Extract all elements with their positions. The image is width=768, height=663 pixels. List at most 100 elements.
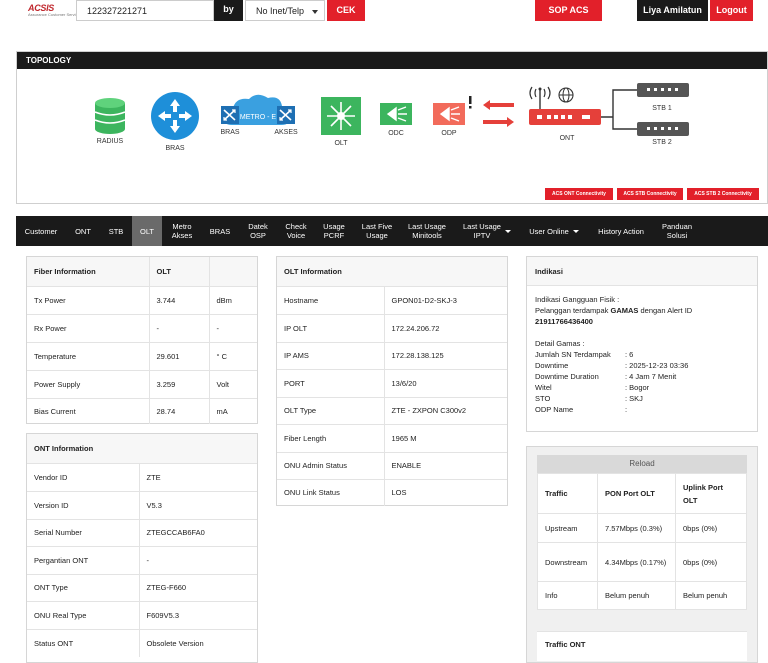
row-label: Hostname <box>277 285 384 314</box>
row-unit: Volt <box>208 369 257 398</box>
row-label: Downstream <box>537 542 598 582</box>
akses-switch-icon[interactable] <box>277 106 295 124</box>
tab-check-voice[interactable]: Check Voice <box>280 216 312 246</box>
row-unit: - <box>208 313 257 342</box>
olt-column-header: OLT <box>148 257 209 286</box>
table-row: Version ID V5.3 <box>27 490 257 519</box>
search-type-select[interactable]: No Inet/Telp <box>245 0 325 21</box>
table-row: OLT Type ZTE - ZXPON C300v2 <box>277 396 507 424</box>
tab-olt[interactable]: OLT <box>132 216 162 246</box>
acs-stb2-connectivity-button[interactable]: ACS STB 2 Connectivity <box>687 188 759 200</box>
table-row: Upstream 7.57Mbps (0.3%) 0bps (0%) <box>537 513 747 543</box>
detail-key: Jumlah SN Terdampak <box>535 350 611 359</box>
row-value: 3.744 <box>148 285 209 314</box>
table-row: IP OLT 172.24.206.72 <box>277 313 507 342</box>
reload-button[interactable]: Reload <box>537 455 747 473</box>
fiber-header: Fiber Information <box>27 257 149 286</box>
tab-label: STB <box>108 226 124 236</box>
tab-bras[interactable]: BRAS <box>204 216 236 246</box>
tab-last-usage-minitools[interactable]: Last Usage Minitools <box>404 216 450 246</box>
row-unit: ° C <box>208 341 257 370</box>
alert-icon <box>469 96 472 109</box>
odc-icon[interactable] <box>380 103 412 125</box>
traffic-table-wrap: Traffic PON Port OLT Uplink Port OLT Ups… <box>537 473 747 610</box>
row-label: Pergantian ONT <box>27 545 139 574</box>
detail-key: STO <box>535 394 551 403</box>
stb1-icon[interactable] <box>637 83 689 97</box>
detail-row: Downtime Duration: 4 Jam 7 Menit <box>535 371 749 382</box>
table-row: Power Supply 3.259 Volt <box>27 369 257 398</box>
row-value: - <box>138 545 257 574</box>
row-label: ONU Admin Status <box>277 451 384 479</box>
tab-label: Last Usage IPTV <box>463 222 501 240</box>
tab-metro-akses[interactable]: Metro Akses <box>166 216 198 246</box>
stb2-icon[interactable] <box>637 122 689 136</box>
detail-row: ODP Name: <box>535 404 749 415</box>
detail-value: : Bogor <box>625 383 650 392</box>
row-label: ONT Type <box>27 573 139 601</box>
bras-switch-icon[interactable] <box>221 106 239 124</box>
tab-ont[interactable]: ONT <box>68 216 98 246</box>
row-label: Temperature <box>27 341 149 370</box>
row-value: 28.74 <box>148 397 209 424</box>
radius-icon[interactable] <box>94 98 126 134</box>
odp-label: ODP <box>441 130 457 137</box>
olt-icon[interactable] <box>321 97 361 135</box>
ont-information-panel: ONT Information Vendor ID ZTE Version ID V… <box>26 433 258 663</box>
row-value: Obsolete Version <box>138 628 257 657</box>
user-name-button[interactable]: Liya Amilatun <box>637 0 708 21</box>
tab-label: BRAS <box>209 226 231 236</box>
row-value: F609V5.3 <box>138 600 257 629</box>
row-value: ZTEGCCAB6FA0 <box>138 518 257 546</box>
tab-datek-osp[interactable]: Datek OSP <box>240 216 276 246</box>
ont-info-header: ONT Information <box>27 434 257 463</box>
globe-icon <box>558 87 574 103</box>
top-header: ACSIS Assurance Customer Service by No I… <box>0 0 768 22</box>
row-value: LOS <box>383 478 507 506</box>
tab-user-online[interactable]: User Online <box>524 216 584 246</box>
tab-usage-pcrf[interactable]: Usage PCRF <box>318 216 350 246</box>
detail-key: Downtime <box>535 361 569 370</box>
uplink-value: Belum penuh <box>675 581 747 610</box>
tab-history-action[interactable]: History Action <box>592 216 650 246</box>
chevron-down-icon <box>505 229 511 233</box>
table-row: Hostname GPON01-D2-SKJ-3 <box>277 285 507 314</box>
search-input[interactable] <box>76 0 214 21</box>
row-label: ONU Link Status <box>277 478 384 506</box>
detail-tabs: Customer ONT STB OLT Metro Akses BRAS Da… <box>16 216 768 246</box>
olt-information-panel: OLT Information Hostname GPON01-D2-SKJ-3 … <box>276 256 508 506</box>
sop-acs-button[interactable]: SOP ACS <box>535 0 602 21</box>
logout-button[interactable]: Logout <box>710 0 753 21</box>
traffic-header: Traffic <box>537 473 598 514</box>
topology-title: TOPOLOGY <box>17 52 767 69</box>
tab-panduan-solusi[interactable]: Panduan Solusi <box>656 216 698 246</box>
gangguan-text: Pelanggan terdampak GAMAS dengan Alert I… <box>535 305 749 316</box>
gangguan-title: Indikasi Gangguan Fisik : <box>535 295 620 304</box>
radius-label: RADIUS <box>97 138 124 145</box>
acsis-logo[interactable]: ACSIS Assurance Customer Service <box>28 3 80 17</box>
detail-value: : 4 Jam 7 Menit <box>625 372 677 381</box>
ont-label: ONT <box>560 135 576 142</box>
acs-stb-connectivity-button[interactable]: ACS STB Connectivity <box>617 188 683 200</box>
tab-label: Last Usage Minitools <box>408 222 446 240</box>
cek-button[interactable]: CEK <box>327 0 365 21</box>
tab-last-usage-iptv[interactable]: Last Usage IPTV <box>460 216 514 246</box>
odp-icon[interactable] <box>433 103 465 125</box>
tab-stb[interactable]: STB <box>102 216 130 246</box>
row-value: ZTE - ZXPON C300v2 <box>383 396 507 424</box>
bras2-label: BRAS <box>220 129 239 136</box>
acs-ont-connectivity-button[interactable]: ACS ONT Connectivity <box>545 188 613 200</box>
detail-row: Jumlah SN Terdampak: 6 <box>535 349 749 360</box>
ont-icon[interactable] <box>529 86 601 125</box>
bras-router-icon[interactable] <box>151 92 199 140</box>
uplink-value: 0bps (0%) <box>675 542 747 582</box>
row-label: PORT <box>277 368 384 397</box>
tab-last-five-usage[interactable]: Last Five Usage <box>358 216 396 246</box>
tab-label: User Online <box>529 226 569 236</box>
tab-customer[interactable]: Customer <box>18 216 64 246</box>
odc-label: ODC <box>388 130 404 137</box>
row-label: Serial Number <box>27 518 139 546</box>
akses-label: AKSES <box>274 129 298 136</box>
gangguan-text-post: dengan Alert ID <box>640 306 693 315</box>
uplink-port-header: Uplink Port OLT <box>675 473 747 514</box>
